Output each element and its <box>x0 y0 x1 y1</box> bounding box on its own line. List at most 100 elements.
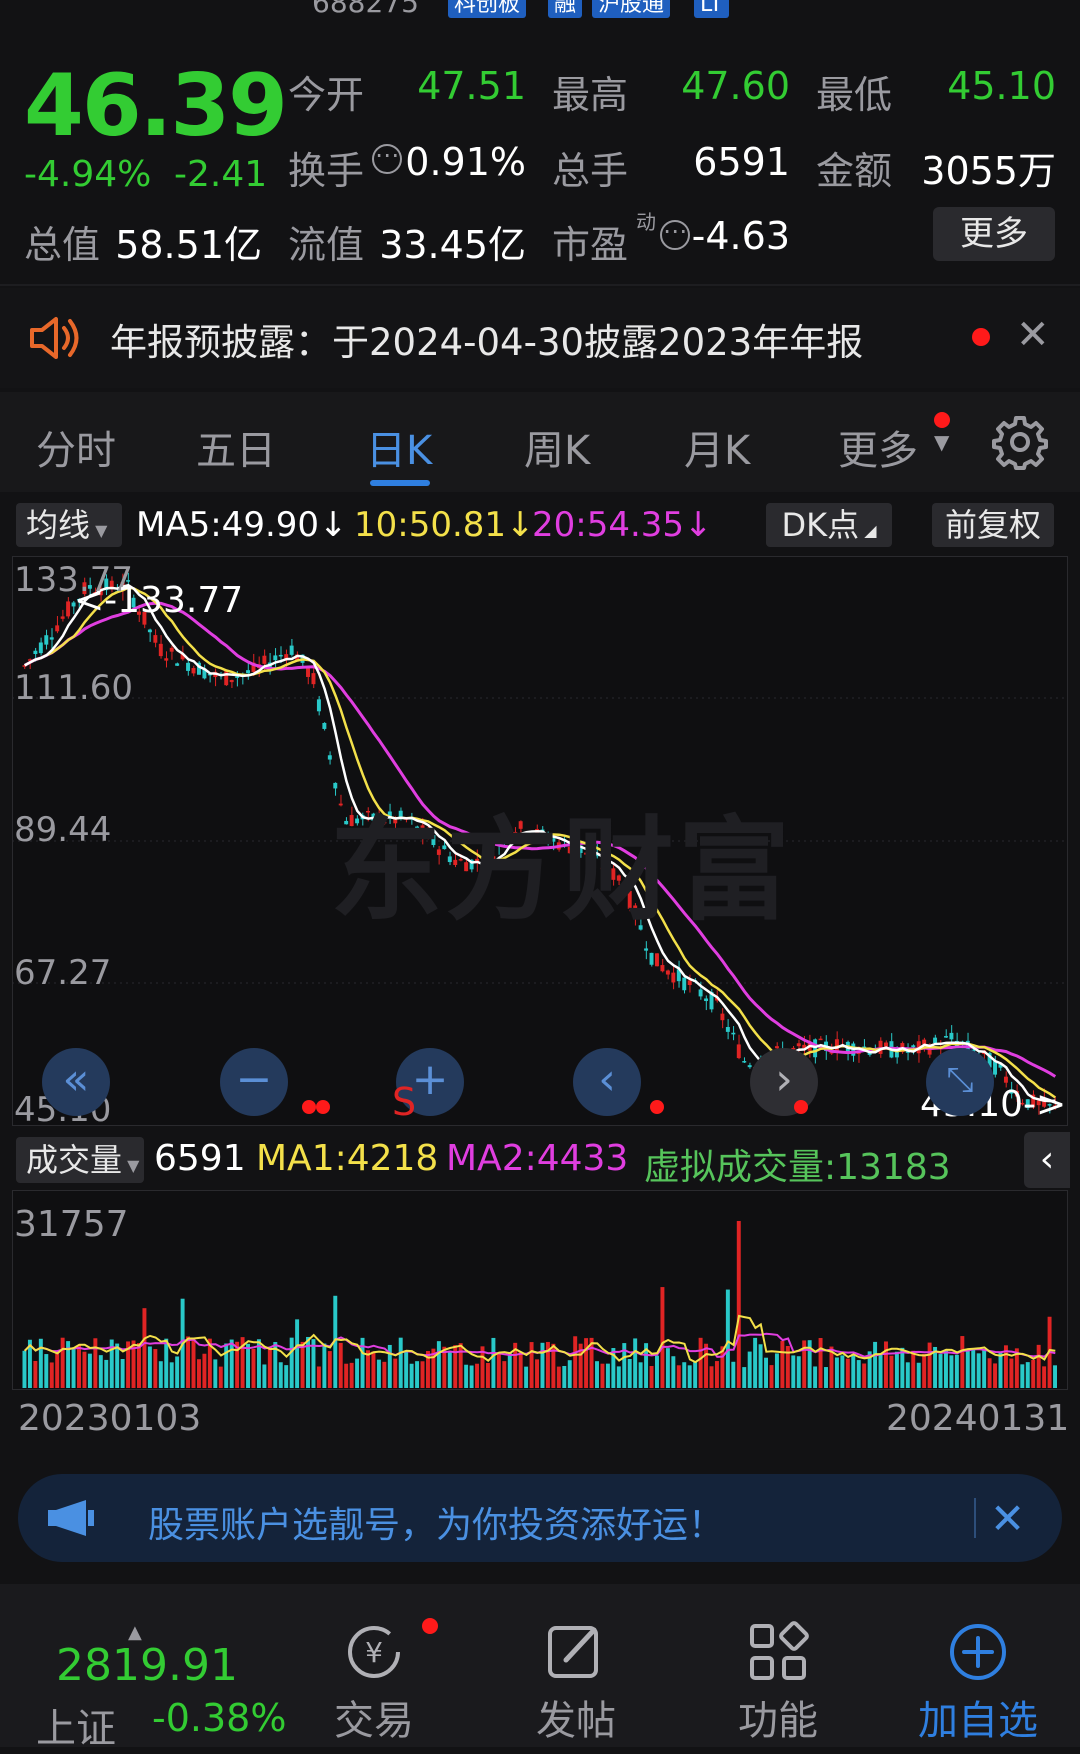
virtual-volume: 虚拟成交量:13183 <box>644 1147 951 1188</box>
volume-bar <box>862 1363 867 1388</box>
pe-info-icon[interactable]: ⋯ <box>660 219 690 250</box>
scroll-fast-left-button[interactable]: « <box>42 1048 110 1116</box>
candle-body <box>44 635 49 645</box>
pe-label: 市盈 <box>552 223 629 267</box>
volume-chart[interactable] <box>12 1190 1068 1390</box>
volume-bar <box>147 1346 152 1388</box>
volume-bar <box>202 1353 207 1388</box>
gear-icon[interactable] <box>992 414 1048 470</box>
candle-body <box>262 655 267 664</box>
collapse-arrow-icon[interactable]: ‹ <box>1024 1132 1070 1188</box>
candle-body <box>169 647 174 652</box>
dk-point-label: DK点 <box>781 506 860 544</box>
more-button[interactable]: 更多 <box>933 207 1055 261</box>
ad-close-icon[interactable]: ✕ <box>990 1494 1025 1543</box>
candle-body <box>164 658 169 661</box>
nav-add-watchlist[interactable]: 加自选 <box>918 1688 1038 1746</box>
announcement-text[interactable]: 年报预披露：于2024-04-30披露2023年年报 <box>110 312 863 366</box>
volume-bar <box>120 1359 125 1388</box>
nav-trade[interactable]: 交易 <box>334 1688 414 1746</box>
post-icon[interactable] <box>544 1620 608 1684</box>
candle-body <box>289 645 294 655</box>
volume-bar <box>824 1367 828 1388</box>
index-name[interactable]: 上证 <box>36 1696 116 1754</box>
scroll-left-button[interactable]: ‹ <box>573 1048 641 1116</box>
volume-bar <box>878 1353 883 1388</box>
volume-bar <box>366 1350 370 1388</box>
tab-monthly-k[interactable]: 月K <box>684 418 750 476</box>
volume-bar <box>704 1343 709 1388</box>
amount-label: 金额 <box>816 149 893 193</box>
volume-bar <box>818 1338 823 1388</box>
tab-more[interactable]: 更多 <box>838 418 918 476</box>
stock-code: 688275 <box>312 0 419 19</box>
volume-bar <box>142 1308 147 1388</box>
add-watchlist-icon[interactable] <box>946 1620 1010 1684</box>
dropdown-icon: ▼ <box>934 430 950 454</box>
announcement-close-icon[interactable]: ✕ <box>1016 312 1050 358</box>
fullscreen-icon[interactable]: ⤡ <box>926 1048 994 1116</box>
candle-body <box>66 601 71 617</box>
nav-functions[interactable]: 功能 <box>738 1688 818 1746</box>
volume-bar <box>507 1351 512 1388</box>
change-amount: -2.41 <box>174 154 268 195</box>
ad-text[interactable]: 股票账户选靓号，为你投资添好运！ <box>148 1496 724 1548</box>
volume-bar <box>38 1338 43 1388</box>
tab-five-day[interactable]: 五日 <box>196 418 276 476</box>
candle-body <box>55 625 60 632</box>
volume-selector-label: 成交量 <box>26 1141 123 1179</box>
adjustment-button[interactable]: 前复权 <box>932 503 1054 547</box>
functions-icon[interactable] <box>746 1620 810 1684</box>
volume-bar <box>398 1337 403 1388</box>
trade-icon[interactable]: ¥ <box>342 1620 406 1684</box>
volume-bar <box>158 1361 163 1388</box>
volume-bar <box>458 1343 463 1388</box>
volume-bar <box>665 1348 670 1388</box>
volume-bar <box>55 1350 60 1388</box>
volume-selector[interactable]: 成交量 ▼ <box>16 1137 144 1183</box>
candle-body <box>911 1045 916 1048</box>
index-value[interactable]: 2819.91 <box>56 1640 238 1691</box>
info-icon[interactable]: ⋯ <box>372 143 402 174</box>
start-date: 20230103 <box>18 1398 202 1439</box>
volume-bar <box>104 1359 109 1388</box>
ma-selector[interactable]: 均线 ▼ <box>16 503 122 547</box>
dk-point-button[interactable]: DK点 ◢ <box>766 503 892 547</box>
volume-bar <box>1020 1364 1025 1388</box>
candle-body <box>158 643 163 657</box>
high-label: 最高 <box>552 73 629 117</box>
nav-post[interactable]: 发帖 <box>536 1688 616 1746</box>
candle-body <box>813 1039 818 1058</box>
signal-dot <box>650 1100 664 1114</box>
volume-bar <box>774 1353 779 1388</box>
tab-intraday[interactable]: 分时 <box>36 418 116 476</box>
turnover-label: 换手 <box>288 149 365 193</box>
volume-bar <box>213 1359 218 1388</box>
volume-bar <box>960 1336 965 1388</box>
candle-body <box>1003 1076 1008 1083</box>
svg-text:¥: ¥ <box>365 1636 383 1669</box>
tab-daily-k[interactable]: 日K <box>366 418 432 476</box>
ad-separator <box>974 1498 976 1538</box>
candle-body <box>742 1061 747 1063</box>
volume-bar <box>687 1365 692 1388</box>
amount-value: 3055万 <box>921 149 1056 193</box>
index-change[interactable]: -0.38% <box>152 1696 286 1740</box>
candle-body <box>682 977 687 991</box>
candle-body <box>38 642 43 654</box>
volume-bar <box>993 1363 998 1388</box>
volume-bar <box>93 1338 98 1388</box>
volume-bar <box>1009 1358 1014 1388</box>
volume-bar <box>49 1362 54 1388</box>
volume-bar <box>164 1338 169 1388</box>
tab-weekly-k[interactable]: 周K <box>524 418 590 476</box>
volume-bar <box>584 1338 589 1388</box>
volume-bar <box>627 1358 632 1388</box>
candle-body <box>720 1013 725 1021</box>
volume-bar <box>780 1340 785 1388</box>
candle-body <box>736 1044 741 1059</box>
volume-bar <box>246 1343 251 1388</box>
watermark: 东方财富 <box>330 806 794 936</box>
zoom-out-button[interactable]: − <box>220 1048 288 1116</box>
candle-body <box>725 1027 730 1032</box>
